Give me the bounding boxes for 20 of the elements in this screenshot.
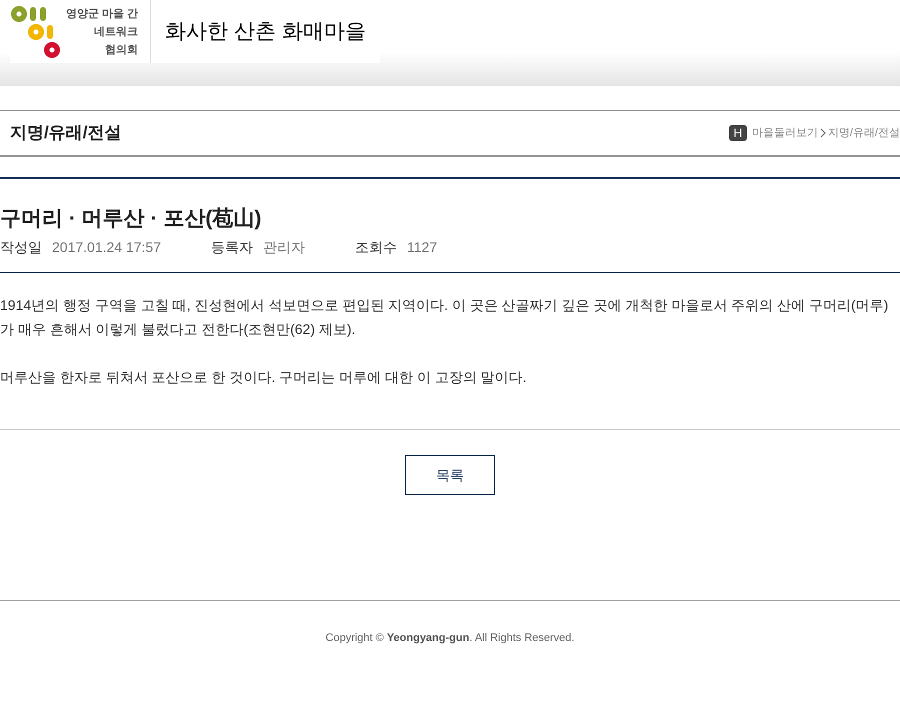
home-icon[interactable]: H [728,125,747,141]
chevron-icon [820,128,826,138]
post-title: 구머리 · 머루산 · 포산(苞山) [0,206,262,232]
meta-value: 2017.01.24 17:57 [52,238,161,257]
logo-text: 영양군 마을 간 [66,6,138,22]
meta-label: 작성일 [0,238,42,257]
breadcrumb-link[interactable]: 지명/유래/전설 [828,124,900,142]
logo-text: 협의회 [105,42,138,58]
logo-text: 네트워크 [94,24,138,40]
meta-value: 1127 [407,238,438,257]
copyright-text: Copyright © Yeongyang-gun. All Rights Reserved. [326,632,574,644]
meta-label: 조회수 [355,238,397,257]
site-title[interactable]: 화사한 산촌 화매마을 [165,16,366,48]
post-paragraph: 머루산을 한자로 뒤쳐서 포산으로 한 것이다. 구머리는 머루에 대한 이 고장의 말이다. [0,368,528,387]
list-button[interactable]: 목록 [405,455,495,495]
page-heading: 지명/유래/전설 [10,122,122,144]
post-paragraph: 1914년의 행정 구역을 고칠 때, 진성현에서 석보면으로 편입된 지역이다. 이 곳은 산골짜기 깊은 곳에 개척한 마을로서 주위의 산에 구머리(머루)가 매우 흔해서 이렇게 불렀다고 전한다(조현만(62) 제보). [0,296,890,339]
breadcrumb-link[interactable]: 마을둘러보기 [752,124,818,142]
meta-label: 등록자 [211,238,253,257]
meta-value: 관리자 [263,238,305,257]
